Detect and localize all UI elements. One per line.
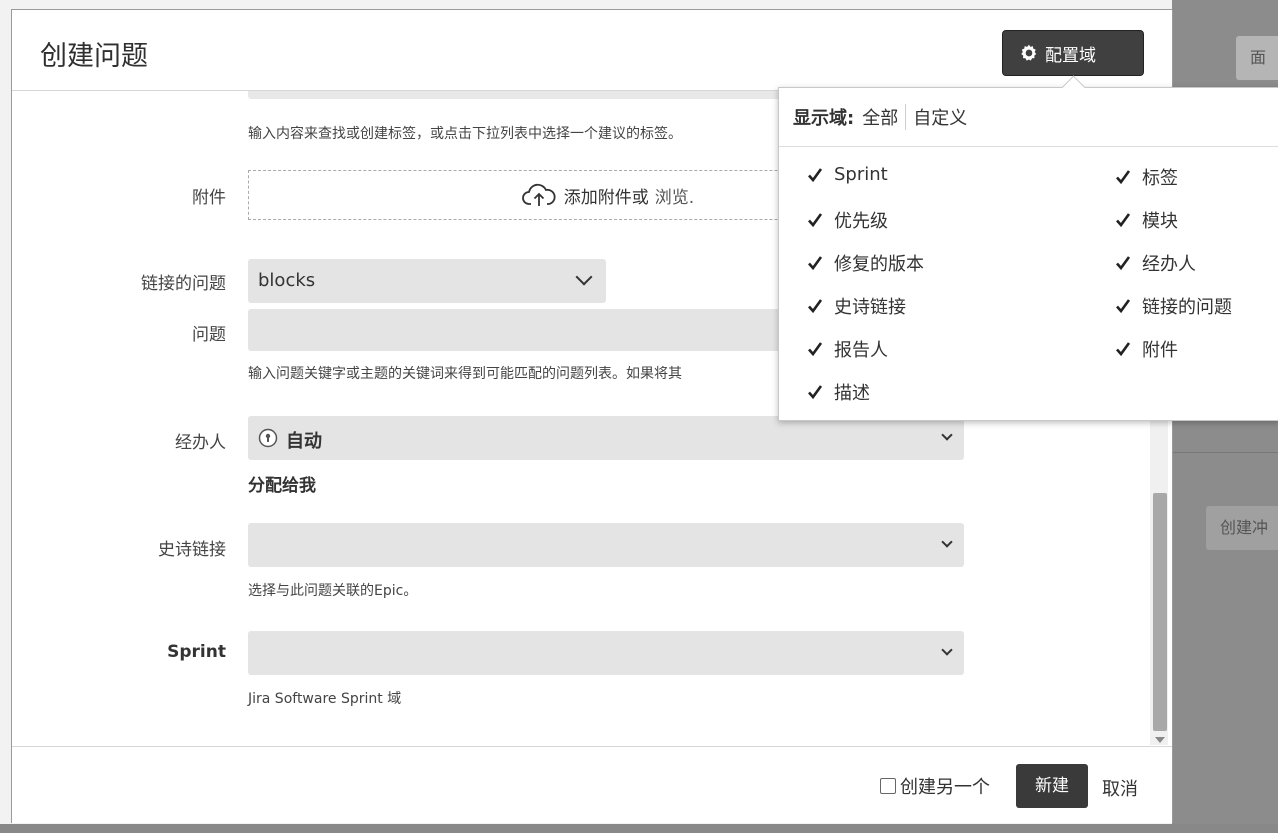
checkmark-icon	[1116, 213, 1131, 228]
checkmark-icon	[808, 342, 823, 357]
sprint-help-text: Jira Software Sprint 域	[248, 691, 402, 707]
issue-help-text: 输入问题关键字或主题的关键词来得到可能匹配的问题列表。如果将其	[248, 366, 682, 382]
configure-fields-label: 配置域	[1045, 45, 1096, 66]
assignee-select[interactable]: 自动	[248, 416, 964, 460]
dialog-title: 创建问题	[40, 41, 148, 72]
checkmark-icon	[1116, 256, 1131, 271]
field-checkbox-label: 修复的版本	[834, 254, 924, 275]
field-checkbox-label: 经办人	[1142, 254, 1196, 275]
checkmark-icon	[808, 256, 823, 271]
checkmark-icon	[1116, 170, 1131, 185]
configure-fields-button[interactable]: 配置域	[1002, 30, 1144, 76]
checkbox-box[interactable]	[880, 778, 896, 794]
attachment-drop-text: 添加附件或	[563, 187, 649, 208]
epic-link-select[interactable]	[248, 523, 964, 567]
avatar-icon	[258, 428, 278, 448]
chevron-down-icon	[941, 536, 953, 548]
field-checkbox-label: 优先级	[834, 211, 888, 232]
background-divider	[1172, 452, 1278, 453]
field-checkbox-label: Sprint	[834, 164, 888, 185]
checkmark-icon	[808, 299, 823, 314]
show-custom-option[interactable]: 自定义	[913, 104, 967, 130]
create-button[interactable]: 新建	[1016, 764, 1088, 808]
separator	[905, 104, 907, 130]
field-checkbox-label: 史诗链接	[834, 297, 906, 318]
background-bottom-edge	[0, 824, 1278, 833]
chevron-down-icon	[941, 644, 953, 656]
assignee-label: 经办人	[175, 433, 226, 453]
dialog-footer: 创建另一个 新建 取消	[12, 746, 1172, 823]
field-checkbox-label: 附件	[1142, 340, 1178, 361]
background-create-button: 创建冲	[1206, 506, 1278, 550]
attachment-label: 附件	[192, 188, 226, 208]
show-fields-label: 显示域:	[793, 108, 855, 129]
field-checkbox-item[interactable]: 报告人	[807, 336, 888, 362]
linked-issues-value: blocks	[258, 270, 316, 291]
labels-help-text: 输入内容来查找或创建标签，或点击下拉列表中选择一个建议的标签。	[248, 126, 682, 142]
checkmark-icon	[808, 213, 823, 228]
field-checkbox-item[interactable]: 链接的问题	[1115, 293, 1232, 319]
chevron-down-icon	[575, 268, 593, 286]
scrollbar-thumb[interactable]	[1153, 493, 1167, 731]
scroll-down-arrow-icon[interactable]	[1155, 737, 1165, 743]
dialog-header: 创建问题 配置域	[12, 10, 1172, 91]
field-checkbox-label: 标签	[1142, 168, 1178, 189]
field-checkbox-item[interactable]: 优先级	[807, 207, 888, 233]
checkmark-icon	[1116, 342, 1131, 357]
cloud-upload-icon	[521, 183, 556, 206]
linked-issues-label: 链接的问题	[141, 274, 226, 294]
field-checkbox-item[interactable]: 模块	[1115, 207, 1178, 233]
field-checkbox-label: 描述	[834, 383, 870, 404]
field-checkbox-item[interactable]: 标签	[1115, 164, 1178, 190]
assign-to-me-link[interactable]: 分配给我	[248, 471, 316, 496]
show-all-option[interactable]: 全部	[862, 104, 898, 130]
field-checkbox-item[interactable]: Sprint	[807, 164, 888, 185]
field-checkbox-label: 模块	[1142, 211, 1178, 232]
create-another-label: 创建另一个	[900, 777, 990, 798]
gear-icon	[1021, 44, 1037, 61]
create-another-checkbox[interactable]: 创建另一个	[880, 773, 990, 799]
sprint-select[interactable]	[248, 631, 964, 675]
issue-label: 问题	[192, 325, 226, 345]
checkmark-icon	[1116, 299, 1131, 314]
field-checkbox-label: 链接的问题	[1142, 297, 1232, 318]
field-checkbox-item[interactable]: 附件	[1115, 336, 1178, 362]
field-checkbox-item[interactable]: 描述	[807, 379, 870, 405]
background-button: 面	[1236, 36, 1278, 80]
configure-fields-popup: 显示域: 全部 自定义 Sprint 优先级修复的版本史诗链接报告人描述 标签模块…	[778, 87, 1278, 421]
linked-issues-select[interactable]: blocks	[248, 259, 606, 303]
checkmark-icon	[808, 167, 823, 182]
field-checkbox-item[interactable]: 经办人	[1115, 250, 1196, 276]
epic-link-help-text: 选择与此问题关联的Epic。	[248, 583, 418, 599]
assignee-value: 自动	[286, 431, 322, 452]
cancel-link[interactable]: 取消	[1102, 775, 1138, 801]
show-fields-toggle: 显示域: 全部 自定义	[779, 88, 1278, 147]
sprint-label: Sprint	[167, 642, 226, 662]
field-checkbox-label: 报告人	[834, 340, 888, 361]
field-checkbox-item[interactable]: 修复的版本	[807, 250, 924, 276]
chevron-down-icon	[941, 429, 953, 441]
epic-link-label: 史诗链接	[158, 540, 226, 560]
field-checkbox-item[interactable]: 史诗链接	[807, 293, 906, 319]
checkmark-icon	[808, 385, 823, 400]
attachment-browse-link[interactable]: 浏览.	[655, 183, 694, 208]
